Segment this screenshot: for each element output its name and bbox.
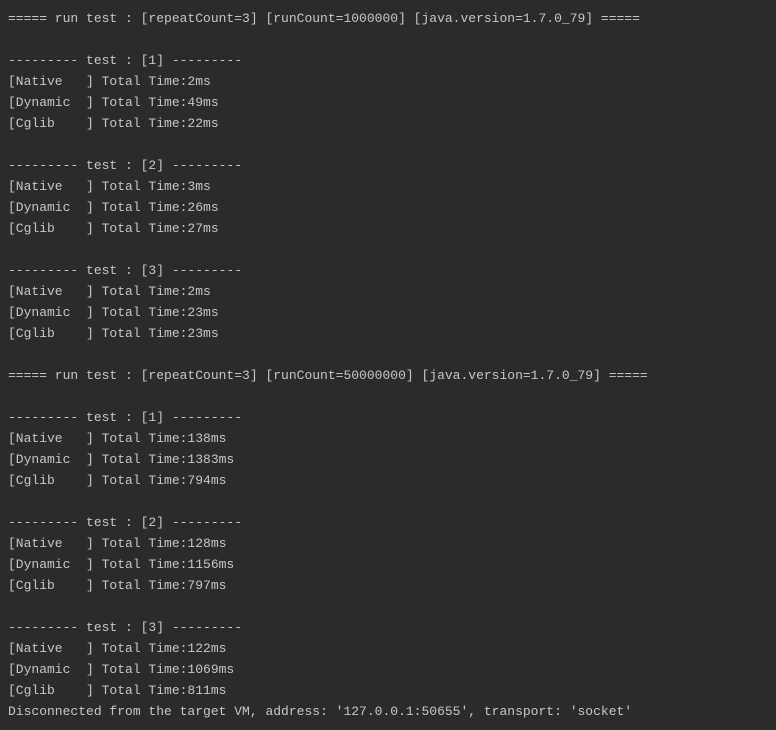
- run-header: ===== run test : [repeatCount=3] [runCou…: [8, 8, 768, 29]
- test-divider: --------- test : [1] ---------: [8, 407, 768, 428]
- test-divider: --------- test : [3] ---------: [8, 617, 768, 638]
- test-result-line: [Dynamic ] Total Time:1383ms: [8, 449, 768, 470]
- test-result-line: [Native ] Total Time:3ms: [8, 176, 768, 197]
- test-result-line: [Cglib ] Total Time:23ms: [8, 323, 768, 344]
- test-result-line: [Native ] Total Time:122ms: [8, 638, 768, 659]
- test-divider: --------- test : [2] ---------: [8, 155, 768, 176]
- test-result-line: [Cglib ] Total Time:797ms: [8, 575, 768, 596]
- test-result-line: [Cglib ] Total Time:794ms: [8, 470, 768, 491]
- blank-line: [8, 344, 768, 365]
- blank-line: [8, 134, 768, 155]
- test-result-line: [Native ] Total Time:2ms: [8, 71, 768, 92]
- test-result-line: [Dynamic ] Total Time:49ms: [8, 92, 768, 113]
- console-output: ===== run test : [repeatCount=3] [runCou…: [8, 8, 768, 722]
- test-result-line: [Native ] Total Time:128ms: [8, 533, 768, 554]
- test-result-line: [Native ] Total Time:2ms: [8, 281, 768, 302]
- test-divider: --------- test : [3] ---------: [8, 260, 768, 281]
- test-result-line: [Cglib ] Total Time:811ms: [8, 680, 768, 701]
- blank-line: [8, 491, 768, 512]
- disconnect-message: Disconnected from the target VM, address…: [8, 701, 768, 722]
- test-divider: --------- test : [1] ---------: [8, 50, 768, 71]
- test-result-line: [Dynamic ] Total Time:26ms: [8, 197, 768, 218]
- test-result-line: [Cglib ] Total Time:27ms: [8, 218, 768, 239]
- test-result-line: [Native ] Total Time:138ms: [8, 428, 768, 449]
- blank-line: [8, 29, 768, 50]
- test-result-line: [Dynamic ] Total Time:1156ms: [8, 554, 768, 575]
- run-header: ===== run test : [repeatCount=3] [runCou…: [8, 365, 768, 386]
- test-result-line: [Dynamic ] Total Time:1069ms: [8, 659, 768, 680]
- test-result-line: [Dynamic ] Total Time:23ms: [8, 302, 768, 323]
- blank-line: [8, 386, 768, 407]
- test-result-line: [Cglib ] Total Time:22ms: [8, 113, 768, 134]
- blank-line: [8, 596, 768, 617]
- blank-line: [8, 239, 768, 260]
- test-divider: --------- test : [2] ---------: [8, 512, 768, 533]
